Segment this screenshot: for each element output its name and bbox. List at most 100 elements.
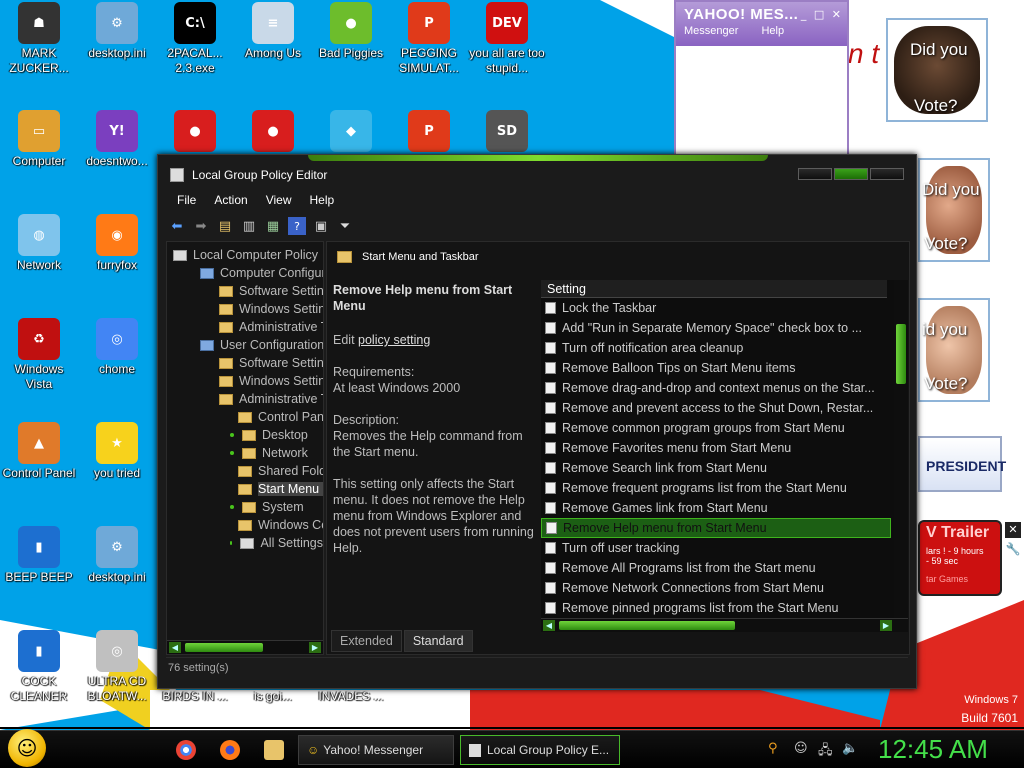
tree-item[interactable]: Desktop xyxy=(167,426,323,444)
tab-standard[interactable]: Standard xyxy=(403,630,473,652)
search-icon[interactable]: ⚲ xyxy=(768,741,778,756)
setting-row[interactable]: Remove Favorites menu from Start Menu xyxy=(541,438,891,458)
desktop-icon[interactable]: ● Bad Piggies xyxy=(312,2,390,61)
scroll-left-arrow[interactable]: ◀ xyxy=(169,642,181,653)
tree-item[interactable]: Software Settings xyxy=(167,282,323,300)
tree-item[interactable]: Start Menu and Taskbar xyxy=(167,480,323,498)
tree-item[interactable]: Windows Settings xyxy=(167,372,323,390)
desktop-icon[interactable]: C:\ 2PACAL... 2.3.exe xyxy=(156,2,234,76)
scroll-thumb[interactable] xyxy=(185,643,263,652)
setting-row[interactable]: Add "Run in Separate Memory Space" check… xyxy=(541,318,891,338)
desktop-icon[interactable]: ◉ furryfox xyxy=(78,214,156,273)
tree-item[interactable]: Windows Components xyxy=(167,516,323,534)
setting-row[interactable]: Remove All Programs list from the Start … xyxy=(541,558,891,578)
wrench-icon[interactable]: 🔧 xyxy=(1005,542,1021,558)
setting-row[interactable]: Turn off user tracking xyxy=(541,538,891,558)
desktop-icon[interactable]: ◍ Network xyxy=(0,214,78,273)
help-icon[interactable]: ? xyxy=(288,217,306,235)
desktop-icon[interactable]: ● xyxy=(156,110,234,154)
column-header-setting[interactable]: Setting xyxy=(541,280,887,298)
clock[interactable]: 12:45 AM xyxy=(878,734,988,765)
yahoo-menu-help[interactable]: Help xyxy=(761,25,784,37)
yahoo-tray-icon[interactable]: ☺ xyxy=(794,741,808,756)
window-controls[interactable]: _ □ ✕ xyxy=(801,8,843,21)
desktop-icon[interactable]: DEV you all are too stupid... xyxy=(468,2,546,76)
yahoo-titlebar[interactable]: YAHOO! MES... _ □ ✕ Messenger Help xyxy=(676,2,847,46)
expand-dot-icon[interactable] xyxy=(230,541,233,545)
settings-list[interactable]: Setting Lock the Taskbar Add "Run in Sepa… xyxy=(541,280,908,632)
tree-item[interactable]: Software Settings xyxy=(167,354,323,372)
tree-item[interactable]: System xyxy=(167,498,323,516)
tab-extended[interactable]: Extended xyxy=(331,630,402,652)
setting-row[interactable]: Turn off notification area cleanup xyxy=(541,338,891,358)
tree-horizontal-scrollbar[interactable]: ◀ ▶ xyxy=(167,640,323,654)
chrome-icon[interactable] xyxy=(176,740,196,760)
tree-item[interactable]: Local Computer Policy xyxy=(167,246,323,264)
tree-item[interactable]: Administrative Templates xyxy=(167,318,323,336)
yahoo-menu-messenger[interactable]: Messenger xyxy=(684,25,738,37)
tree-item[interactable]: User Configuration xyxy=(167,336,323,354)
group-policy-editor-window[interactable]: Local Group Policy Editor File Action Vi… xyxy=(157,154,917,689)
start-button[interactable]: ☺ xyxy=(8,729,46,767)
desktop-icon[interactable]: P xyxy=(390,110,468,154)
desktop-icon[interactable]: SD xyxy=(468,110,546,154)
setting-row[interactable]: Lock the Taskbar xyxy=(541,298,891,318)
scroll-right-arrow[interactable]: ▶ xyxy=(309,642,321,653)
desktop-icon[interactable]: ⚙ desktop.ini xyxy=(78,526,156,585)
tree-item[interactable]: Administrative Templates xyxy=(167,390,323,408)
taskbar-yahoo[interactable]: ☺ Yahoo! Messenger xyxy=(298,735,454,765)
scroll-left-arrow[interactable]: ◀ xyxy=(543,620,555,631)
back-arrow-icon[interactable]: ⬅ xyxy=(168,217,186,235)
show-hide-tree-icon[interactable]: ▥ xyxy=(240,217,258,235)
desktop-icon[interactable]: ≡ Among Us xyxy=(234,2,312,61)
expand-dot-icon[interactable] xyxy=(230,433,234,437)
desktop-icon[interactable]: ◎ chome xyxy=(78,318,156,377)
setting-row[interactable]: Remove pinned programs list from the Sta… xyxy=(541,598,891,618)
setting-row[interactable]: Remove Games link from Start Menu xyxy=(541,498,891,518)
minimize-button[interactable] xyxy=(798,168,832,180)
menu-help[interactable]: Help xyxy=(301,191,344,209)
close-button[interactable] xyxy=(870,168,904,180)
network-tray-icon[interactable]: 🖧 xyxy=(818,741,833,763)
expand-dot-icon[interactable] xyxy=(230,451,234,455)
menu-view[interactable]: View xyxy=(257,191,301,209)
console-tree[interactable]: Local Computer Policy Computer Configurat… xyxy=(166,241,324,655)
maximize-button[interactable] xyxy=(834,168,868,180)
desktop-icon[interactable]: ☗ MARK ZUCKER... xyxy=(0,2,78,76)
desktop-icon[interactable]: ♻ Windows Vista xyxy=(0,318,78,392)
tree-item[interactable]: Windows Settings xyxy=(167,300,323,318)
desktop-icon[interactable]: ▮ BEEP BEEP xyxy=(0,526,78,585)
yahoo-messenger-window[interactable]: YAHOO! MES... _ □ ✕ Messenger Help xyxy=(674,0,849,160)
tree-item[interactable]: Computer Configuration xyxy=(167,264,323,282)
desktop-icon[interactable]: ▭ Computer xyxy=(0,110,78,169)
desktop-icon[interactable]: ◎ ULTRA CD BLOATW... xyxy=(78,630,156,704)
explorer-folder-icon[interactable] xyxy=(264,740,284,760)
setting-row[interactable]: Remove Network Connections from Start Me… xyxy=(541,578,891,598)
forward-arrow-icon[interactable]: ➡ xyxy=(192,217,210,235)
close-icon[interactable]: ✕ xyxy=(1005,522,1021,538)
list-horizontal-scrollbar[interactable]: ◀ ▶ xyxy=(541,618,908,632)
up-folder-icon[interactable]: ▤ xyxy=(216,217,234,235)
desktop-icon[interactable]: ▲ Control Panel xyxy=(0,422,78,481)
edit-policy-link[interactable]: policy setting xyxy=(358,333,430,347)
firefox-icon[interactable] xyxy=(220,740,240,760)
setting-row[interactable]: Remove Help menu from Start Menu xyxy=(541,518,891,538)
scroll-thumb[interactable] xyxy=(896,324,906,384)
setting-row[interactable]: Remove and prevent access to the Shut Do… xyxy=(541,398,891,418)
drag-handle-icon[interactable]: ⠿ xyxy=(1005,562,1021,578)
tree-item[interactable]: All Settings xyxy=(167,534,323,552)
desktop-icon[interactable]: Y! doesntwo... xyxy=(78,110,156,169)
scroll-right-arrow[interactable]: ▶ xyxy=(880,620,892,631)
setting-row[interactable]: Remove frequent programs list from the S… xyxy=(541,478,891,498)
taskbar-gpe[interactable]: Local Group Policy E... xyxy=(460,735,620,765)
menu-file[interactable]: File xyxy=(168,191,205,209)
scroll-thumb[interactable] xyxy=(559,621,735,630)
properties-icon[interactable]: ▣ xyxy=(312,217,330,235)
setting-row[interactable]: Remove drag-and-drop and context menus o… xyxy=(541,378,891,398)
setting-row[interactable]: Remove Search link from Start Menu xyxy=(541,458,891,478)
expand-dot-icon[interactable] xyxy=(230,505,234,509)
tree-item[interactable]: Control Panel xyxy=(167,408,323,426)
menu-action[interactable]: Action xyxy=(205,191,256,209)
desktop-icon[interactable]: ● xyxy=(234,110,312,154)
volume-icon[interactable]: 🔈 xyxy=(842,741,858,756)
